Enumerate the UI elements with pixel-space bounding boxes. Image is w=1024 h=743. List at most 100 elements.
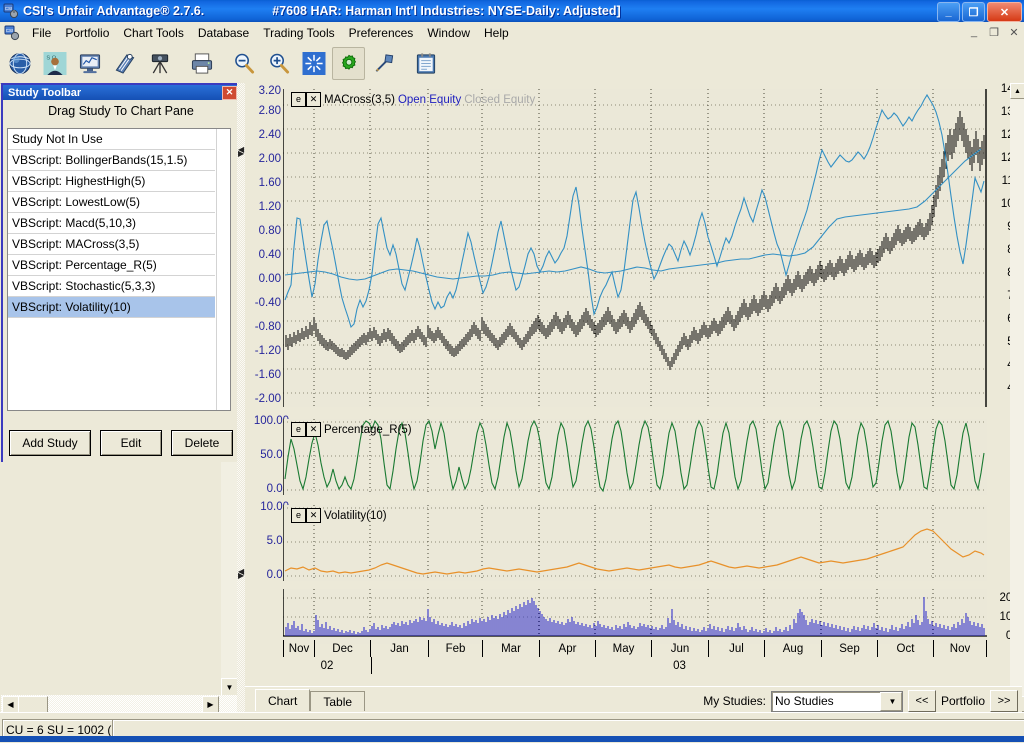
main-toolbar: S Q bbox=[0, 44, 1024, 84]
price-pane-left-tick-8: 0.00 bbox=[258, 273, 281, 285]
volatility-pane-header: e ✕ Volatility(10) bbox=[291, 508, 387, 523]
menu-item-window[interactable]: Window bbox=[420, 24, 477, 42]
splitter-handle-top[interactable]: ◀ ▶ bbox=[238, 146, 244, 158]
add-study-button[interactable]: Add Study bbox=[9, 430, 91, 456]
date-axis-months: Nov Dec Jan Feb Mar Apr May Jun Jul Aug … bbox=[283, 640, 987, 657]
edit-study-button[interactable]: Edit bbox=[100, 430, 162, 456]
chevron-down-icon[interactable]: ▼ bbox=[879, 691, 902, 711]
study-list-item-volatility[interactable]: VBScript: Volatility(10) bbox=[8, 297, 215, 318]
price-pane-left-tick-12: -1.60 bbox=[254, 369, 281, 381]
prev-portfolio-button[interactable]: << bbox=[907, 690, 936, 712]
price-pane-left-tick-7: 0.40 bbox=[258, 249, 281, 261]
reports-icon[interactable] bbox=[108, 47, 141, 80]
menu-item-chart-tools[interactable]: Chart Tools bbox=[116, 24, 190, 42]
menu-item-portfolio[interactable]: Portfolio bbox=[58, 24, 116, 42]
chart-scroll-up-button[interactable]: ▲ bbox=[1010, 83, 1024, 99]
close-pane-icon[interactable]: ✕ bbox=[306, 508, 321, 523]
price-pane-left-tick-5: 1.20 bbox=[258, 201, 281, 213]
left-scroll-right-button[interactable]: ▶ bbox=[202, 696, 219, 713]
next-portfolio-button[interactable]: >> bbox=[990, 690, 1018, 712]
study-list-item-bollingerbands[interactable]: VBScript: BollingerBands(15,1.5) bbox=[8, 150, 215, 171]
price-pane-left-tick-11: -1.20 bbox=[254, 345, 281, 357]
monitor-chart-icon[interactable] bbox=[73, 47, 106, 80]
dart-icon[interactable] bbox=[367, 47, 400, 80]
broker-person-icon[interactable]: S Q bbox=[38, 47, 71, 80]
study-list-item-lowestlow[interactable]: VBScript: LowestLow(5) bbox=[8, 192, 215, 213]
menu-item-preferences[interactable]: Preferences bbox=[342, 24, 421, 42]
left-horizontal-scrollbar[interactable]: ◀ ▶ bbox=[1, 695, 237, 713]
date-month-nov-02: Nov bbox=[283, 640, 315, 657]
tab-chart[interactable]: Chart bbox=[255, 689, 311, 711]
expand-icon[interactable]: e bbox=[291, 92, 306, 107]
date-month-sep: Sep bbox=[822, 640, 878, 657]
panel-splitter[interactable]: ◀ ▶ ◀ ▶ bbox=[237, 83, 245, 712]
printer-icon[interactable] bbox=[185, 47, 218, 80]
chart-vertical-scrollbar[interactable]: ▲ ▼ bbox=[1010, 83, 1024, 712]
price-plot-area[interactable] bbox=[283, 89, 987, 407]
splitter-handle-bottom[interactable]: ◀ ▶ bbox=[238, 568, 244, 580]
title-bar: CSI CSI's Unfair Advantage® 2.7.6. #7608… bbox=[0, 0, 1024, 22]
study-list-item-percentage-r[interactable]: VBScript: Percentage_R(5) bbox=[8, 255, 215, 276]
menu-item-database[interactable]: Database bbox=[191, 24, 256, 42]
study-list[interactable]: Study Not In Use VBScript: BollingerBand… bbox=[7, 128, 231, 411]
left-scroll-down-button[interactable]: ▼ bbox=[221, 678, 238, 696]
expand-icon[interactable]: e bbox=[291, 422, 306, 437]
gear-icon[interactable] bbox=[332, 47, 365, 80]
mdi-close-button[interactable]: ✕ bbox=[1007, 25, 1021, 39]
left-scroll-left-button[interactable]: ◀ bbox=[2, 696, 19, 713]
menu-item-file[interactable]: File bbox=[25, 24, 58, 42]
notepad-icon[interactable] bbox=[409, 47, 442, 80]
percentage-r-pane-controls[interactable]: e ✕ bbox=[291, 422, 321, 437]
date-month-jun: Jun bbox=[652, 640, 709, 657]
left-vertical-scrollbar[interactable]: ▼ bbox=[221, 462, 238, 696]
chart-window: 3.20 2.80 2.40 2.00 1.60 1.20 0.80 0.40 … bbox=[245, 83, 1022, 712]
portfolio-label: Portfolio bbox=[940, 694, 985, 708]
study-list-item-macd[interactable]: VBScript: Macd(5,10,3) bbox=[8, 213, 215, 234]
svg-text:CSI: CSI bbox=[6, 28, 14, 33]
volume-plot-svg bbox=[283, 589, 987, 637]
date-month-oct: Oct bbox=[878, 640, 934, 657]
study-toolbar-panel: Study Toolbar ✕ Drag Study To Chart Pane… bbox=[1, 83, 241, 466]
study-panel-buttons: Add Study Edit Delete bbox=[9, 430, 233, 456]
my-studies-select[interactable]: No Studies ▼ bbox=[770, 690, 903, 712]
menu-item-trading-tools[interactable]: Trading Tools bbox=[256, 24, 341, 42]
my-studies-value: No Studies bbox=[774, 694, 834, 708]
closed-equity-series bbox=[284, 148, 982, 281]
date-year-02: 02 bbox=[283, 657, 372, 674]
zoom-in-icon[interactable] bbox=[262, 47, 295, 80]
open-equity-series bbox=[284, 93, 985, 329]
expand-icon[interactable]: e bbox=[291, 508, 306, 523]
price-pane-pane-controls[interactable]: e ✕ bbox=[291, 92, 321, 107]
mdi-minimize-button[interactable]: _ bbox=[967, 25, 981, 39]
study-list-item-not-in-use[interactable]: Study Not In Use bbox=[8, 129, 215, 150]
maximize-button[interactable]: ❐ bbox=[962, 2, 985, 22]
study-list-item-macross[interactable]: VBScript: MACross(3,5) bbox=[8, 234, 215, 255]
price-pane-header: e ✕ MACross(3,5) Open Equity Closed Equi… bbox=[291, 92, 535, 107]
delete-study-button[interactable]: Delete bbox=[171, 430, 233, 456]
volatility-plot-area[interactable] bbox=[283, 505, 987, 581]
left-hscroll-thumb[interactable] bbox=[18, 696, 48, 713]
study-toolbar-close-icon[interactable]: ✕ bbox=[222, 85, 237, 100]
date-month-jan: Jan bbox=[371, 640, 429, 657]
globe-icon[interactable] bbox=[3, 47, 36, 80]
price-pane-left-tick-4: 1.60 bbox=[258, 177, 281, 189]
percentage-r-pane: 100.00 50.00 0.00 e ✕ Percentage_R(5) bbox=[245, 413, 1022, 498]
menu-item-help[interactable]: Help bbox=[477, 24, 516, 42]
camera-tripod-icon[interactable] bbox=[143, 47, 176, 80]
study-list-item-highesthigh[interactable]: VBScript: HighestHigh(5) bbox=[8, 171, 215, 192]
mdi-restore-button[interactable]: ❐ bbox=[987, 25, 1001, 39]
volatility-study-name: Volatility(10) bbox=[324, 509, 387, 522]
tab-table[interactable]: Table bbox=[310, 691, 366, 711]
minimize-button[interactable]: _ bbox=[937, 2, 960, 22]
zoom-out-icon[interactable] bbox=[227, 47, 260, 80]
close-pane-icon[interactable]: ✕ bbox=[306, 92, 321, 107]
close-pane-icon[interactable]: ✕ bbox=[306, 422, 321, 437]
volatility-pane-controls[interactable]: e ✕ bbox=[291, 508, 321, 523]
burst-icon[interactable] bbox=[297, 47, 330, 80]
volume-plot-area[interactable] bbox=[283, 589, 987, 644]
date-year-03: 03 bbox=[673, 659, 686, 672]
close-button[interactable]: ✕ bbox=[987, 2, 1022, 22]
view-tabs: Chart Table bbox=[255, 689, 366, 711]
study-list-item-stochastic[interactable]: VBScript: Stochastic(5,3,3) bbox=[8, 276, 215, 297]
application-window: CSI CSI's Unfair Advantage® 2.7.6. #7608… bbox=[0, 0, 1024, 743]
